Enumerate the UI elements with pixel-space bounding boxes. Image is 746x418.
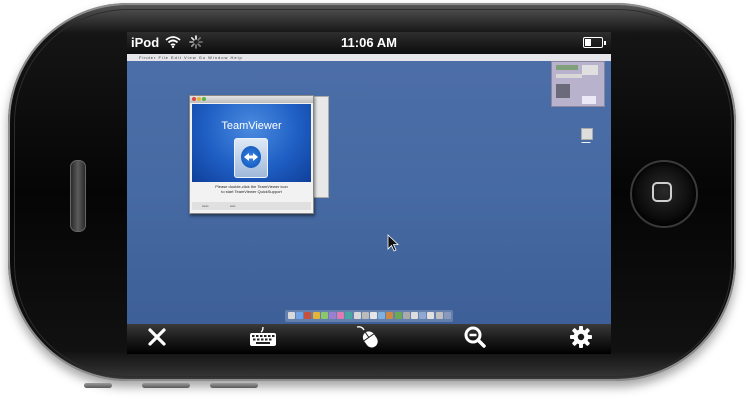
keyboard-button[interactable] [233, 324, 293, 354]
mouse-mode-button[interactable] [339, 324, 399, 354]
close-icon [147, 327, 167, 352]
teamviewer-message: Please double-click the TeamViewer icon … [194, 184, 309, 194]
dock-app-icon [353, 312, 361, 319]
mini-window-element [556, 74, 582, 78]
dock-app-icon [296, 312, 304, 319]
dock-app-icon [411, 312, 418, 319]
close-button[interactable] [127, 324, 187, 354]
battery-tip [604, 41, 606, 45]
footer-link: ▪▪▪▪▪ [230, 204, 236, 208]
remote-mini-window [551, 61, 605, 107]
dock-app-icon [378, 312, 386, 319]
volume-up-button[interactable] [142, 383, 190, 388]
footer-link: ▪▪▪▪▪▪ [202, 204, 209, 208]
window-close-icon [192, 97, 196, 101]
dock-app-icon [320, 312, 328, 319]
teamviewer-banner: TeamViewer [192, 104, 311, 182]
teamviewer-window: TeamViewer Please double-click the TeamV… [189, 95, 314, 214]
volume-down-button[interactable] [210, 383, 258, 388]
teamviewer-logo-icon [241, 146, 261, 168]
dock-app-icon [329, 312, 336, 319]
teamviewer-footer: ▪▪▪▪▪▪ ▪▪▪▪▪ [192, 202, 311, 210]
window-minimize-icon [197, 97, 201, 101]
dock-app-icon [386, 312, 394, 319]
window-zoom-icon [202, 97, 206, 101]
dock-app-icon [402, 312, 410, 319]
window-titlebar [190, 96, 313, 103]
dock-app-icon [435, 312, 443, 319]
zoom-out-button[interactable] [445, 324, 505, 354]
device-screen: iPod 11:06 AM Finder File Edit View Go W… [127, 32, 611, 354]
dock-app-icon [419, 312, 427, 319]
dock-app-icon [345, 312, 353, 319]
battery-level-fill [585, 39, 591, 46]
status-clock: 11:06 AM [341, 35, 397, 50]
mini-window-element [556, 65, 578, 70]
dock-app-icon [304, 312, 312, 319]
mini-window-element [556, 84, 570, 98]
teamviewer-app-icon [234, 138, 268, 178]
dock-app-icon [394, 312, 402, 319]
settings-button[interactable] [551, 324, 611, 354]
dock-app-icon [337, 312, 345, 319]
gear-icon [569, 325, 593, 354]
status-bar: iPod 11:06 AM [127, 32, 611, 54]
dock-app-icon [370, 312, 377, 319]
mouse-icon [354, 325, 384, 354]
mini-window-element [582, 65, 598, 75]
mini-window-element [582, 96, 596, 104]
keyboard-icon [249, 326, 277, 353]
hard-drive-icon [581, 128, 593, 140]
teamviewer-toolbar [127, 324, 611, 354]
remote-desktop-view[interactable]: Finder File Edit View Go Window Help ▬▬▬… [127, 54, 611, 324]
home-square-icon [652, 182, 672, 202]
dock-app-icon [443, 312, 451, 319]
mac-dock [285, 310, 453, 322]
dock-app-icon [427, 312, 435, 319]
teamviewer-brand: TeamViewer [221, 120, 282, 132]
dock-app-icon [288, 312, 295, 319]
dock-app-icon [361, 312, 369, 319]
mac-menubar: Finder File Edit View Go Window Help [127, 54, 611, 61]
dock-app-icon [312, 312, 320, 319]
speaker-grille [70, 160, 86, 232]
hard-drive-label: ▬▬▬ [581, 140, 591, 144]
mouse-cursor-icon [387, 234, 400, 257]
mac-menu-items: Finder File Edit View Go Window Help [139, 55, 243, 60]
teamviewer-message-line2: to start TeamViewer QuickSupport [221, 189, 282, 194]
battery-icon [583, 37, 606, 48]
zoom-out-icon [463, 325, 487, 354]
sleep-button[interactable] [84, 383, 112, 388]
home-button[interactable] [630, 160, 698, 228]
